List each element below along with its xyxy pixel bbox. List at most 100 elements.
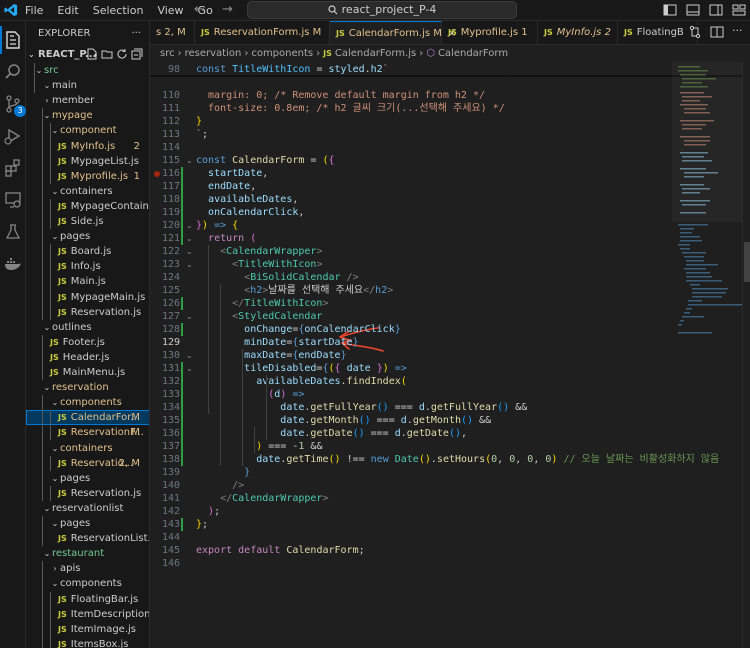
folder-item[interactable]: ⌄ components	[26, 576, 149, 591]
new-file-icon[interactable]	[86, 48, 98, 60]
code-line[interactable]: margin: 0; /* Remove default margin from…	[196, 89, 485, 102]
code-line[interactable]: tileDisabled={({ date }) =>	[196, 362, 407, 375]
toggle-secondary-sidebar-icon[interactable]	[709, 3, 723, 17]
editor-tab[interactable]: JS CalendarForm.js M ×	[330, 21, 456, 44]
refresh-icon[interactable]	[116, 48, 128, 60]
folder-item[interactable]: ⌄ mypage	[26, 108, 149, 123]
file-item[interactable]: JS Reservation.js	[26, 486, 149, 501]
code-line[interactable]: date.getDate() === d.getDate(),	[196, 427, 467, 440]
editor-tab[interactable]: s 2, M	[150, 21, 195, 44]
fold-chevron-icon[interactable]: ⌄	[186, 310, 193, 323]
fold-chevron-icon[interactable]: ⌄	[186, 258, 193, 271]
file-item[interactable]: JS Side.js	[26, 214, 149, 229]
code-line[interactable]: </TitleWithIcon>	[196, 297, 328, 310]
code-line[interactable]: ) === -1 &&	[196, 440, 322, 453]
code-line[interactable]: return (	[196, 232, 256, 245]
folder-item[interactable]: ⌄ components	[26, 395, 149, 410]
new-folder-icon[interactable]	[101, 48, 113, 60]
toggle-panel-icon[interactable]	[686, 3, 700, 17]
scrollbar-thumb[interactable]	[744, 242, 750, 282]
code-line[interactable]: </CalendarWrapper>	[196, 492, 328, 505]
folder-item[interactable]: ⌄ src	[26, 63, 149, 78]
menu-view[interactable]: View	[150, 0, 190, 21]
editor-tab[interactable]: JS Myprofile.js 1	[442, 21, 538, 44]
breakpoint-icon[interactable]	[154, 171, 160, 177]
file-item[interactable]: JSItemDescription.js	[26, 607, 149, 622]
folder-item[interactable]: ⌄ reservation	[26, 380, 149, 395]
run-debug-icon[interactable]	[3, 126, 23, 146]
folder-item[interactable]: › member	[26, 93, 149, 108]
file-item[interactable]: JS Footer.js	[26, 335, 149, 350]
code-line[interactable]: }) => {	[196, 219, 238, 232]
file-item[interactable]: JS Reservation.js	[26, 305, 149, 320]
folder-item[interactable]: ⌄ outlines	[26, 320, 149, 335]
code-line[interactable]: export default CalendarForm;	[196, 544, 365, 557]
file-item[interactable]: JS ItemsBox.js	[26, 637, 149, 648]
file-item[interactable]: JS MypageList.js	[26, 154, 149, 169]
code-line[interactable]: maxDate={endDate}	[196, 349, 346, 362]
back-arrow-icon[interactable]: ←	[194, 2, 205, 17]
breadcrumb-src[interactable]: src	[160, 48, 175, 59]
project-root[interactable]: ⌄ REACT_P...	[26, 46, 149, 63]
code-line[interactable]: date.getFullYear() === d.getFullYear() &…	[196, 401, 527, 414]
file-item[interactable]: JS Main.js	[26, 274, 149, 289]
folder-item[interactable]: ⌄ restaurant	[26, 546, 149, 561]
search-icon[interactable]	[3, 62, 23, 82]
folder-item[interactable]: ⌄ pages	[26, 471, 149, 486]
menu-selection[interactable]: Selection	[86, 0, 151, 21]
file-item[interactable]: JS Header.js	[26, 350, 149, 365]
compare-changes-icon[interactable]	[688, 25, 702, 39]
folder-item[interactable]: ⌄ containers	[26, 441, 149, 456]
folder-item[interactable]: ⌄ pages	[26, 516, 149, 531]
breadcrumb-components[interactable]: components	[251, 48, 313, 59]
file-item[interactable]: JS CalendarFor... M	[26, 410, 149, 426]
folder-item[interactable]: ⌄ main	[26, 78, 149, 93]
file-item[interactable]: JS ReservationList.js	[26, 531, 149, 546]
code-line[interactable]: <BiSolidCalendar />	[196, 271, 358, 284]
collapse-all-icon[interactable]	[131, 48, 143, 60]
toggle-primary-sidebar-icon[interactable]	[663, 3, 677, 17]
folder-item[interactable]: › apis	[26, 561, 149, 576]
editor-scrollbar[interactable]	[742, 62, 750, 648]
code-line[interactable]: onCalendarClick,	[196, 206, 304, 219]
fold-chevron-icon[interactable]: ⌄	[186, 349, 193, 362]
code-line[interactable]: const CalendarForm = ({	[196, 154, 335, 167]
code-editor[interactable]: 98 const TitleWithIcon = styled.h2` 110 ma…	[150, 62, 750, 648]
more-actions-icon[interactable]: ···	[732, 25, 746, 39]
split-editor-icon[interactable]	[710, 25, 724, 39]
code-line[interactable]: <TitleWithIcon>	[196, 258, 322, 271]
code-line[interactable]: }	[196, 115, 202, 128]
docker-icon[interactable]	[3, 254, 23, 274]
breadcrumb-file[interactable]: CalendarForm.js	[335, 48, 416, 59]
breadcrumb-reservation[interactable]: reservation	[185, 48, 242, 59]
command-center-search[interactable]: react_project_P-4	[247, 1, 517, 19]
menu-file[interactable]: File	[18, 0, 50, 21]
code-line[interactable]: date.getTime() !== new Date().setHours(0…	[196, 453, 719, 466]
fold-chevron-icon[interactable]: ⌄	[186, 232, 193, 245]
code-line[interactable]: `;	[196, 128, 208, 141]
folder-item[interactable]: ⌄ containers	[26, 184, 149, 199]
code-line[interactable]: (d) =>	[196, 388, 304, 401]
fold-chevron-icon[interactable]: ⌄	[186, 154, 193, 167]
code-line[interactable]: font-size: 0.8em; /* h2 글씨 크기(...선택해 주세요…	[196, 102, 505, 115]
file-item[interactable]: JS Board.js	[26, 244, 149, 259]
code-line[interactable]: );	[196, 505, 220, 518]
folder-item[interactable]: ⌄ pages	[26, 229, 149, 244]
code-line[interactable]: />	[196, 479, 244, 492]
code-line[interactable]: endDate,	[196, 180, 256, 193]
file-item[interactable]: JSMypageContainer.js	[26, 199, 149, 214]
file-item[interactable]: JS FloatingBar.js	[26, 592, 149, 607]
file-item[interactable]: JS ItemImage.js	[26, 622, 149, 637]
code-line[interactable]: <CalendarWrapper>	[196, 245, 322, 258]
source-control-icon[interactable]: 3	[3, 94, 26, 117]
fold-chevron-icon[interactable]: ⌄	[186, 245, 193, 258]
code-line[interactable]: startDate,	[196, 167, 268, 180]
customize-layout-icon[interactable]	[732, 3, 746, 17]
file-item[interactable]: JS ReservationF... M	[26, 425, 149, 440]
forward-arrow-icon[interactable]: →	[222, 2, 233, 17]
code-line[interactable]: date.getMonth() === d.getMonth() &&	[196, 414, 491, 427]
menu-edit[interactable]: Edit	[50, 0, 85, 21]
file-item[interactable]: JS MainMenu.js	[26, 365, 149, 380]
editor-tab[interactable]: JS MyInfo.js 2	[538, 21, 618, 44]
code-line[interactable]: }	[196, 466, 250, 479]
